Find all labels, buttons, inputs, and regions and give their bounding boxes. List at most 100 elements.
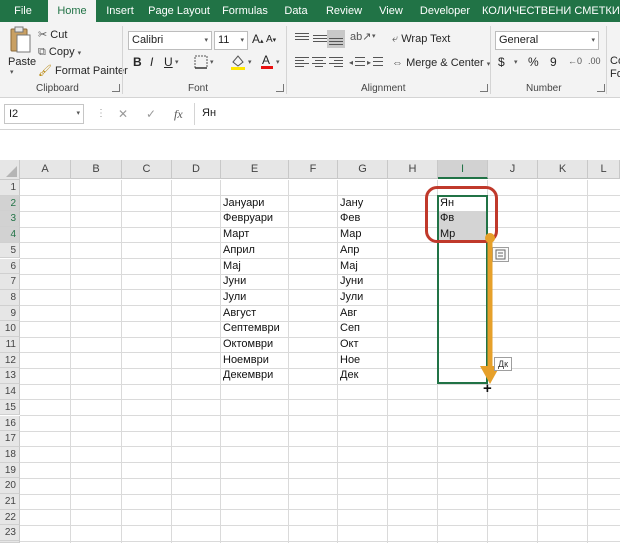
column-header-c[interactable]: C: [122, 160, 172, 179]
column-header-k[interactable]: K: [538, 160, 588, 179]
percent-format-button[interactable]: %: [528, 55, 539, 69]
tab-formulas[interactable]: Formulas: [222, 0, 268, 22]
clipboard-launcher-icon[interactable]: [112, 84, 120, 92]
formula-input[interactable]: Ян: [198, 104, 616, 124]
column-header-b[interactable]: B: [71, 160, 122, 179]
cell-g[interactable]: Окт: [338, 337, 359, 353]
cell-e[interactable]: Септември: [221, 321, 280, 337]
cell-g[interactable]: Авг: [338, 306, 357, 322]
row-header[interactable]: 22: [0, 509, 20, 526]
chevron-down-icon[interactable]: ▾: [514, 58, 518, 66]
select-all-button[interactable]: [0, 160, 20, 180]
align-left-icon[interactable]: [293, 54, 311, 72]
cell-e[interactable]: Ноември: [221, 353, 269, 369]
more-options-icon[interactable]: ⋮: [96, 108, 106, 119]
cell-g[interactable]: Мар: [338, 227, 362, 243]
row-header[interactable]: 11: [0, 337, 20, 353]
column-header-i[interactable]: I: [438, 160, 488, 179]
row-header[interactable]: 12: [0, 352, 20, 369]
row-header[interactable]: 4: [0, 227, 20, 243]
orientation-icon[interactable]: ab↗: [350, 30, 371, 43]
copy-button[interactable]: ⧉ Copy ▾: [38, 46, 81, 59]
column-header-g[interactable]: G: [338, 160, 388, 179]
column-header-h[interactable]: H: [388, 160, 438, 179]
insert-function-button[interactable]: fx: [174, 107, 183, 122]
align-bottom-icon[interactable]: [327, 30, 345, 48]
row-header[interactable]: 6: [0, 258, 20, 275]
align-center-icon[interactable]: [310, 54, 328, 72]
row-header[interactable]: 14: [0, 384, 20, 400]
chevron-down-icon[interactable]: ▾: [372, 32, 376, 40]
chevron-down-icon[interactable]: ▾: [248, 58, 252, 66]
tab-insert[interactable]: Insert: [103, 0, 137, 22]
font-name-select[interactable]: Calibri ▾: [128, 31, 212, 50]
cell-g[interactable]: Фев: [338, 211, 360, 227]
decrease-indent-icon[interactable]: ◂: [349, 54, 367, 72]
paste-dropdown-icon[interactable]: ▾: [10, 68, 14, 76]
decrease-decimal-icon[interactable]: .00: [588, 56, 601, 66]
wrap-text-button[interactable]: ⤶ Wrap Text: [392, 33, 450, 46]
tab-view[interactable]: View: [377, 0, 405, 22]
row-header[interactable]: 19: [0, 462, 20, 479]
cell-g[interactable]: Дек: [338, 368, 358, 384]
row-header[interactable]: 1: [0, 180, 20, 196]
cell-e[interactable]: Декември: [221, 368, 273, 384]
currency-format-button[interactable]: $: [498, 55, 505, 69]
cell-g[interactable]: Јули: [338, 290, 363, 306]
cell-e[interactable]: Јануари: [221, 196, 264, 212]
increase-indent-icon[interactable]: ▸: [367, 54, 385, 72]
alignment-launcher-icon[interactable]: [480, 84, 488, 92]
font-launcher-icon[interactable]: [276, 84, 284, 92]
column-header-e[interactable]: E: [221, 160, 289, 179]
cell-e[interactable]: Август: [221, 306, 256, 322]
column-header-d[interactable]: D: [172, 160, 221, 179]
row-header[interactable]: 5: [0, 242, 20, 259]
cell-g[interactable]: Јуни: [338, 274, 363, 290]
cell-e[interactable]: Март: [221, 227, 249, 243]
cell-e[interactable]: Октомври: [221, 337, 273, 353]
merge-center-button[interactable]: ⇔ Merge & Center ▾: [392, 57, 490, 69]
font-color-icon[interactable]: A: [260, 52, 274, 73]
chevron-down-icon[interactable]: ▾: [210, 58, 214, 66]
cell-g[interactable]: Ное: [338, 353, 360, 369]
cell-e[interactable]: Јуни: [221, 274, 246, 290]
fill-color-icon[interactable]: [230, 53, 246, 74]
row-header[interactable]: 16: [0, 415, 20, 432]
cell-g[interactable]: Сеп: [338, 321, 360, 337]
number-launcher-icon[interactable]: [597, 84, 605, 92]
name-box[interactable]: I2 ▾: [4, 104, 84, 124]
underline-button[interactable]: U: [164, 55, 173, 69]
format-painter-button[interactable]: 🖌 Format Painter: [38, 64, 128, 77]
row-header[interactable]: 3: [0, 211, 20, 228]
increase-font-size-icon[interactable]: A▴: [252, 32, 264, 46]
tab-file[interactable]: File: [8, 0, 38, 22]
column-header-a[interactable]: A: [20, 160, 71, 179]
row-header[interactable]: 17: [0, 431, 20, 447]
column-header-l[interactable]: L: [588, 160, 620, 179]
row-header[interactable]: 13: [0, 368, 20, 385]
tab-page-layout[interactable]: Page Layout: [148, 0, 210, 22]
tab-developer[interactable]: Developer: [418, 0, 472, 22]
row-header[interactable]: 15: [0, 399, 20, 416]
align-right-icon[interactable]: [327, 54, 345, 72]
column-header-f[interactable]: F: [289, 160, 338, 179]
cell-g[interactable]: Мај: [338, 259, 358, 275]
row-header[interactable]: 20: [0, 478, 20, 494]
enter-icon[interactable]: ✓: [146, 107, 156, 121]
font-size-select[interactable]: 11 ▾: [214, 31, 248, 50]
row-header[interactable]: 2: [0, 195, 20, 212]
row-header[interactable]: 9: [0, 305, 20, 322]
tab-custom-addin[interactable]: КОЛИЧЕСТВЕНИ СМЕТКИ: [482, 0, 620, 22]
comma-style-button[interactable]: 9: [550, 55, 557, 69]
cell-e[interactable]: Мај: [221, 259, 241, 275]
borders-icon[interactable]: [194, 55, 208, 72]
increase-decimal-icon[interactable]: ←0: [568, 56, 582, 66]
cell-g[interactable]: Јану: [338, 196, 363, 212]
column-header-j[interactable]: J: [488, 160, 538, 179]
number-format-select[interactable]: General ▾: [495, 31, 599, 50]
cell-e[interactable]: Април: [221, 243, 255, 259]
row-header[interactable]: 10: [0, 321, 20, 337]
conditional-formatting-button[interactable]: Co: [610, 55, 620, 67]
cell-e[interactable]: Јули: [221, 290, 246, 306]
row-header[interactable]: 7: [0, 274, 20, 290]
